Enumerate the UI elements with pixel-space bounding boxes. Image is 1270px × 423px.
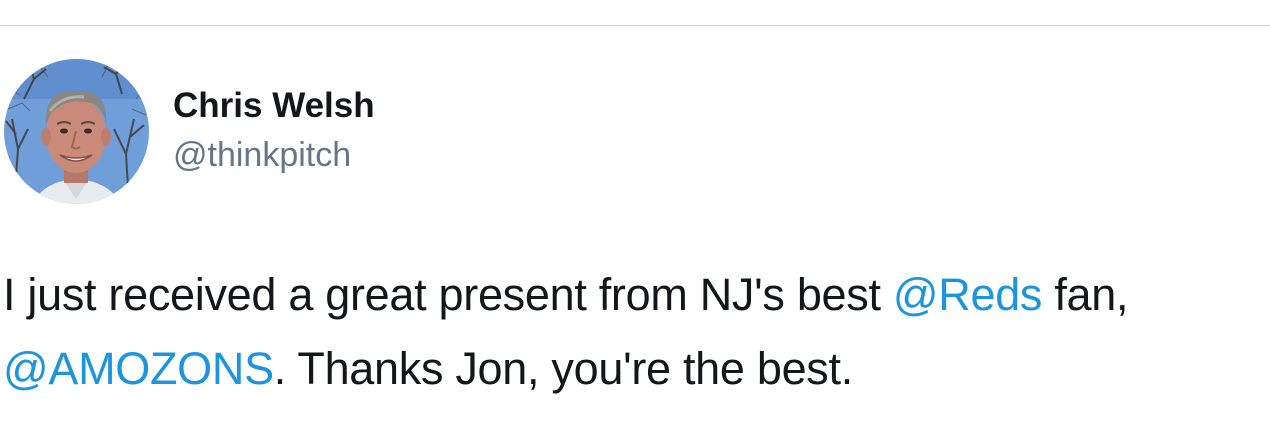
- author-avatar[interactable]: [4, 59, 149, 204]
- tweet-line-2: @AMOZONS. Thanks Jon, you're the best.: [3, 332, 1267, 406]
- tweet-text: I just received a great present from NJ'…: [3, 258, 1267, 406]
- top-divider: [0, 25, 1270, 26]
- author-display-name[interactable]: Chris Welsh: [173, 84, 375, 128]
- mention-link-reds[interactable]: @Reds: [893, 269, 1043, 320]
- tweet-text-segment: . Thanks Jon, you're the best.: [273, 343, 853, 394]
- tweet-text-segment: I just received a great present from NJ'…: [3, 269, 893, 320]
- mention-link-amozons[interactable]: @AMOZONS: [3, 343, 274, 394]
- author-handle[interactable]: @thinkpitch: [173, 134, 351, 176]
- tweet-line-1: I just received a great present from NJ'…: [3, 258, 1267, 332]
- tweet-text-segment: fan,: [1042, 269, 1129, 320]
- avatar-photo-icon: [4, 59, 149, 204]
